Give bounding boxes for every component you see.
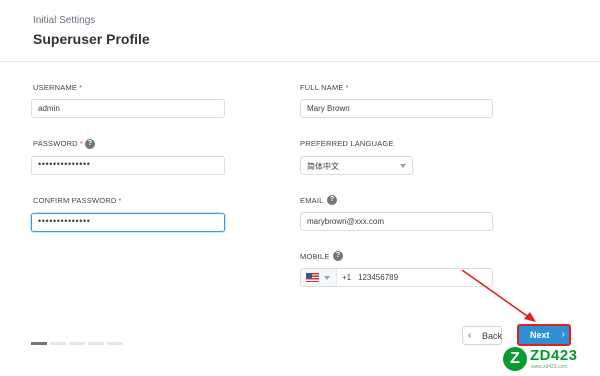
next-button-label: Next xyxy=(530,330,550,340)
full-name-field[interactable]: Mary Brown xyxy=(300,99,493,118)
confirm-password-label: CONFIRM PASSWORD * xyxy=(33,196,122,205)
email-label: EMAIL xyxy=(300,196,324,205)
back-button-label: Back xyxy=(482,331,503,341)
preferred-language-label: PREFERRED LANGUAGE xyxy=(300,139,394,148)
full-name-label: FULL NAME * xyxy=(300,83,349,92)
page-header: Initial Settings Superuser Profile xyxy=(0,0,600,62)
question-circle-icon[interactable]: ? xyxy=(85,139,95,149)
mobile-field[interactable]: +1 123456789 xyxy=(300,268,493,287)
step-indicator xyxy=(88,342,104,345)
question-circle-icon[interactable]: ? xyxy=(327,195,337,205)
preferred-language-value: 简体中文 xyxy=(307,162,339,171)
chevron-down-icon xyxy=(324,276,330,280)
confirm-password-field[interactable]: •••••••••••••• xyxy=(31,213,225,232)
question-circle-icon[interactable]: ? xyxy=(333,251,343,261)
step-indicator xyxy=(69,342,85,345)
dial-code: +1 xyxy=(342,273,352,282)
country-code-select[interactable] xyxy=(301,269,337,286)
watermark-text: ZD423 xyxy=(530,347,578,364)
full-name-value: Mary Brown xyxy=(307,104,350,113)
required-mark: * xyxy=(79,83,83,92)
username-label-text: USERNAME xyxy=(33,83,78,92)
preferred-language-select[interactable]: 简体中文 xyxy=(300,156,413,175)
required-mark: * xyxy=(79,139,83,148)
username-field[interactable]: admin xyxy=(31,99,225,118)
page-subtitle: Initial Settings xyxy=(33,15,96,26)
next-button[interactable]: Next › xyxy=(517,324,571,346)
page-title: Superuser Profile xyxy=(33,31,150,47)
confirm-password-label-text: CONFIRM PASSWORD xyxy=(33,196,117,205)
full-name-label-text: FULL NAME xyxy=(300,83,344,92)
password-label: PASSWORD * xyxy=(33,139,83,148)
password-label-text: PASSWORD xyxy=(33,139,78,148)
us-flag-icon xyxy=(306,273,319,282)
password-value: •••••••••••••• xyxy=(38,159,91,169)
chevron-right-icon: › xyxy=(561,329,565,340)
username-label: USERNAME * xyxy=(33,83,82,92)
chevron-left-icon: ‹ xyxy=(468,330,472,341)
required-mark: * xyxy=(345,83,349,92)
watermark-logo-icon: Z xyxy=(503,347,527,371)
step-indicator xyxy=(50,342,66,345)
password-field[interactable]: •••••••••••••• xyxy=(31,156,225,175)
chevron-down-icon xyxy=(400,164,406,168)
email-value: marybrown@xxx.com xyxy=(307,217,385,226)
mobile-label: MOBILE xyxy=(300,252,330,261)
required-mark: * xyxy=(118,196,122,205)
step-indicator xyxy=(107,342,123,345)
email-field[interactable]: marybrown@xxx.com xyxy=(300,212,493,231)
mobile-value: 123456789 xyxy=(358,273,399,282)
confirm-password-value: •••••••••••••• xyxy=(38,216,91,226)
username-value: admin xyxy=(38,104,60,113)
back-button[interactable]: ‹ Back xyxy=(462,326,502,345)
watermark-url: www.zd423.com xyxy=(531,364,568,370)
step-indicator xyxy=(31,342,47,345)
